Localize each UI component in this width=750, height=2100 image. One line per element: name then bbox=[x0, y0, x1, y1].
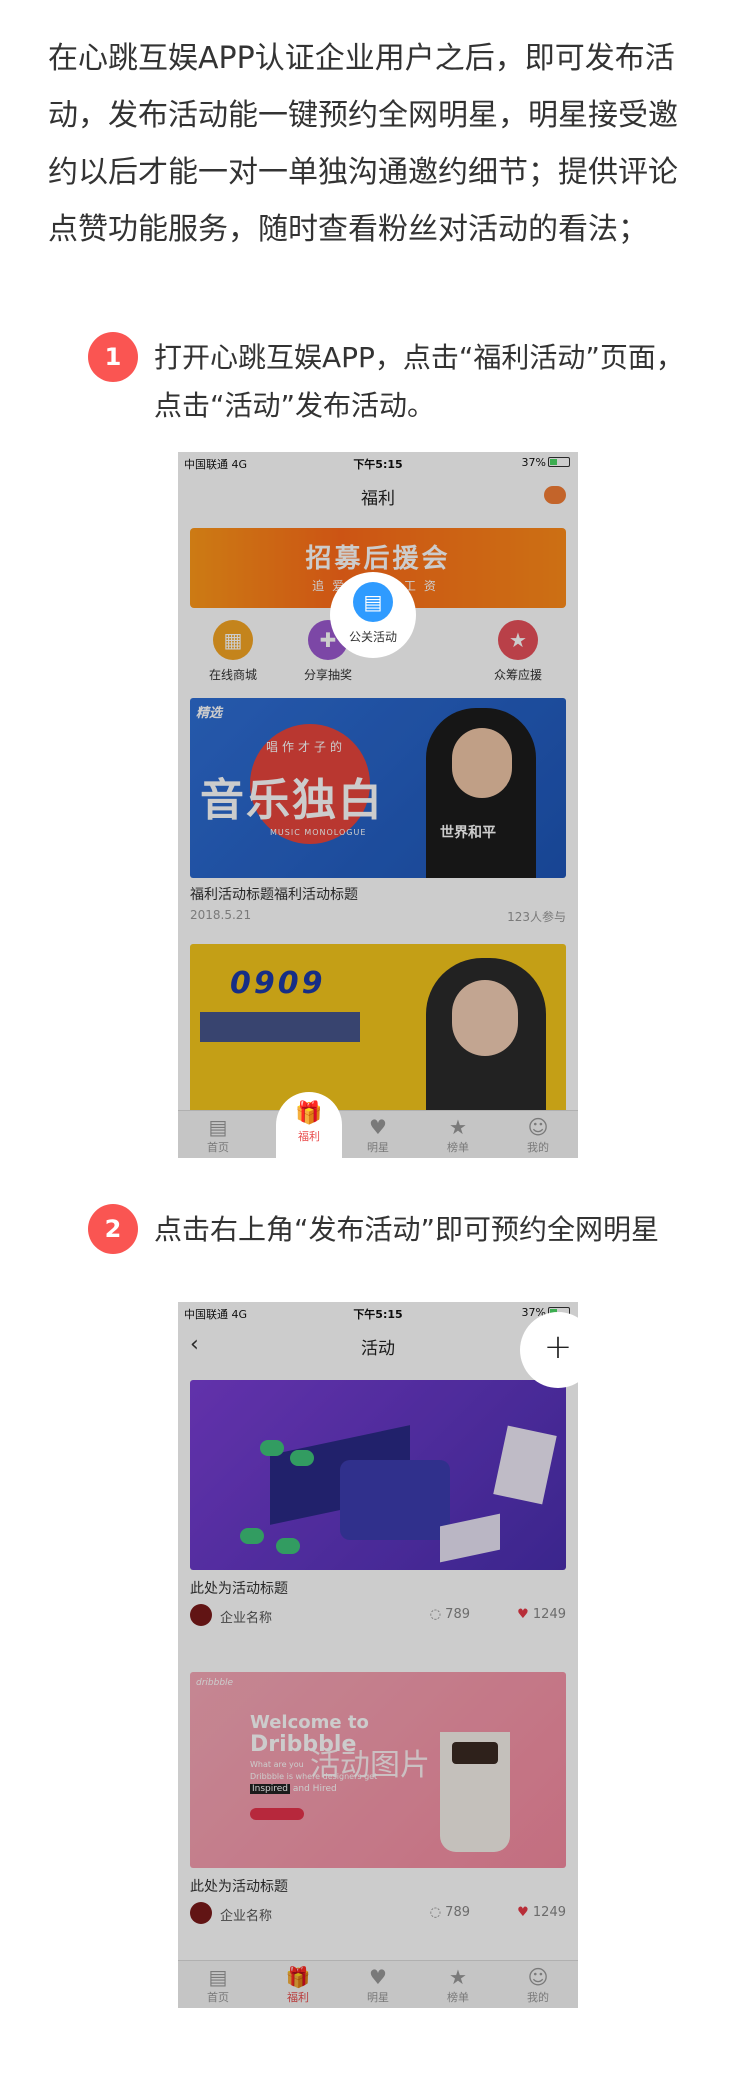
profile-icon: ☺ bbox=[527, 1965, 549, 1989]
category-label: 在线商城 bbox=[208, 668, 257, 682]
activity-title[interactable]: 福利活动标题福利活动标题 bbox=[190, 884, 358, 904]
banner-title: 招募后援会 bbox=[305, 544, 451, 574]
activity-meta: 企业名称 ◌ 789 ♥ 1249 bbox=[190, 1604, 566, 1628]
signup-button-graphic bbox=[250, 1808, 304, 1820]
chip-graphic bbox=[240, 1528, 264, 1544]
category-label: 分享抽奖 bbox=[303, 668, 352, 682]
hired-text: and Hired bbox=[292, 1784, 337, 1794]
home-icon: ▤ bbox=[208, 1115, 228, 1139]
activity-title[interactable]: 此处为活动标题 bbox=[190, 1876, 288, 1896]
home-icon: ▤ bbox=[208, 1965, 228, 1989]
nav-bar: ‹ 活动 bbox=[178, 1324, 578, 1368]
gift-icon: 🎁 bbox=[295, 1101, 323, 1126]
art-top-text: 唱作才子的 bbox=[266, 740, 347, 754]
ranking-icon: ★ bbox=[449, 1965, 467, 1989]
phone-screenshot-welfare: 中国联通 4G 下午5:15 37% 福利 招募后援会 追爱豆 领工资 ▦ 在线… bbox=[178, 452, 578, 1158]
art-number: 0909 bbox=[230, 966, 326, 1001]
intro-paragraph: 在心跳互娱APP认证企业用户之后，即可发布活动，发布活动能一键预约全网明星，明星… bbox=[48, 41, 678, 247]
activity-card-image[interactable] bbox=[190, 1380, 566, 1570]
page-title: 福利 bbox=[361, 489, 395, 509]
heart-icon: ♥ bbox=[517, 1905, 533, 1920]
tab-ranking[interactable]: ★ 榜单 bbox=[418, 1965, 498, 2005]
step-number-badge: 1 bbox=[88, 332, 138, 382]
tab-stars[interactable]: ♥ 明星 bbox=[338, 1965, 418, 2005]
status-time: 下午5:15 bbox=[353, 458, 403, 471]
building-icon: ▤ bbox=[353, 582, 393, 622]
comment-count[interactable]: ◌ 789 bbox=[430, 1607, 470, 1622]
activity-card-image-2[interactable]: 0909 bbox=[190, 944, 566, 1114]
featured-tag: 精选 bbox=[196, 706, 223, 721]
message-icon[interactable] bbox=[544, 486, 566, 504]
heart-icon: ♥ bbox=[517, 1607, 533, 1622]
tab-bar: ▤ 首页 🎁 福利 ♥ 明星 ★ 榜单 ☺ 我的 bbox=[178, 1960, 578, 2008]
tab-me[interactable]: ☺ 我的 bbox=[498, 1965, 578, 2005]
brand-small: dribbble bbox=[196, 1678, 234, 1688]
battery-indicator: 37% bbox=[522, 456, 570, 469]
heart-icon: ♥ bbox=[369, 1965, 387, 1989]
chip-graphic bbox=[260, 1440, 284, 1456]
profile-icon: ☺ bbox=[527, 1115, 549, 1139]
battery-icon bbox=[548, 457, 570, 467]
tagline-text: What are you bbox=[250, 1760, 304, 1769]
step-number-badge: 2 bbox=[88, 1204, 138, 1254]
activity-meta: 企业名称 ◌ 789 ♥ 1249 bbox=[190, 1902, 566, 1926]
status-time: 下午5:15 bbox=[353, 1308, 403, 1321]
tab-bar: ▤ 首页 ♥ 明星 ★ 榜单 ☺ 我的 bbox=[178, 1110, 578, 1158]
art-main-text: 音乐独白 bbox=[200, 775, 384, 826]
person-face-2 bbox=[452, 980, 518, 1056]
company-name[interactable]: 企业名称 bbox=[220, 1905, 272, 1924]
tagline2-text: Dribbble is where designers get bbox=[250, 1772, 378, 1781]
participant-count: 123人参与 bbox=[507, 910, 566, 924]
phone-screenshot-activity: 中国联通 4G 下午5:15 37% ‹ 活动 + 此处为活动标题 企业名称 ◌… bbox=[178, 1302, 578, 2008]
tab-welfare[interactable]: 🎁 福利 bbox=[276, 1092, 342, 1158]
like-count[interactable]: ♥ 1249 bbox=[517, 1607, 566, 1622]
chip-graphic bbox=[276, 1538, 300, 1554]
welcome-text: Welcome to bbox=[250, 1712, 369, 1733]
activity-card-image-2[interactable]: dribbble Welcome to Dribbble 活动图片 What a… bbox=[190, 1672, 566, 1868]
avatar bbox=[190, 1604, 212, 1626]
comment-icon: ◌ bbox=[429, 1905, 446, 1920]
tab-stars[interactable]: ♥ 明星 bbox=[338, 1115, 418, 1155]
category-online-mall[interactable]: ▦ 在线商城 bbox=[193, 620, 273, 683]
step-text: 点击右上角“发布活动”即可预约全网明星 bbox=[154, 1213, 660, 1246]
category-pr-activity[interactable]: ▤ 公关活动 bbox=[330, 572, 416, 658]
shop-icon: ▦ bbox=[213, 620, 253, 660]
coffee-graphic bbox=[452, 1742, 498, 1764]
tab-welfare[interactable]: 🎁 福利 bbox=[258, 1965, 338, 2005]
activity-title[interactable]: 此处为活动标题 bbox=[190, 1578, 288, 1598]
inspired-text: Inspired bbox=[250, 1784, 291, 1794]
chip-graphic bbox=[290, 1450, 314, 1466]
card-graphic bbox=[493, 1425, 557, 1505]
category-label: 公关活动 bbox=[348, 630, 397, 644]
status-bar: 中国联通 4G 下午5:15 37% bbox=[178, 452, 578, 474]
activity-date: 2018.5.21 bbox=[190, 908, 252, 922]
ranking-icon: ★ bbox=[449, 1115, 467, 1139]
art-stroke bbox=[200, 1012, 360, 1042]
shirt-text: 世界和平 bbox=[440, 825, 496, 841]
category-crowdfunding[interactable]: ★ 众筹应援 bbox=[478, 620, 558, 683]
gift-icon: 🎁 bbox=[285, 1965, 311, 1989]
plus-icon: + bbox=[543, 1327, 573, 1367]
like-count[interactable]: ♥ 1249 bbox=[517, 1905, 566, 1920]
company-name[interactable]: 企业名称 bbox=[220, 1607, 272, 1626]
page-title: 活动 bbox=[361, 1339, 395, 1359]
ticket-icon: ★ bbox=[498, 620, 538, 660]
nav-bar: 福利 bbox=[178, 474, 578, 518]
category-label: 众筹应援 bbox=[493, 668, 542, 682]
tab-me[interactable]: ☺ 我的 bbox=[498, 1115, 578, 1155]
comment-icon: ◌ bbox=[429, 1607, 446, 1622]
step-text: 打开心跳互娱APP，点击“福利活动”页面，点击“活动”发布活动。 bbox=[154, 341, 684, 422]
tab-ranking[interactable]: ★ 榜单 bbox=[418, 1115, 498, 1155]
device-graphic bbox=[340, 1460, 450, 1540]
person-face bbox=[452, 728, 512, 798]
avatar bbox=[190, 1902, 212, 1924]
activity-card-image[interactable]: 精选 唱作才子的 音乐独白 MUSIC MONOLOGUE 世界和平 bbox=[190, 698, 566, 878]
art-sub-text: MUSIC MONOLOGUE bbox=[270, 828, 367, 837]
comment-count[interactable]: ◌ 789 bbox=[430, 1905, 470, 1920]
heart-icon: ♥ bbox=[369, 1115, 387, 1139]
inspired-line: Inspired and Hired bbox=[250, 1784, 337, 1794]
status-bar: 中国联通 4G 下午5:15 37% bbox=[178, 1302, 578, 1324]
tab-home[interactable]: ▤ 首页 bbox=[178, 1965, 258, 2005]
tab-home[interactable]: ▤ 首页 bbox=[178, 1115, 258, 1155]
